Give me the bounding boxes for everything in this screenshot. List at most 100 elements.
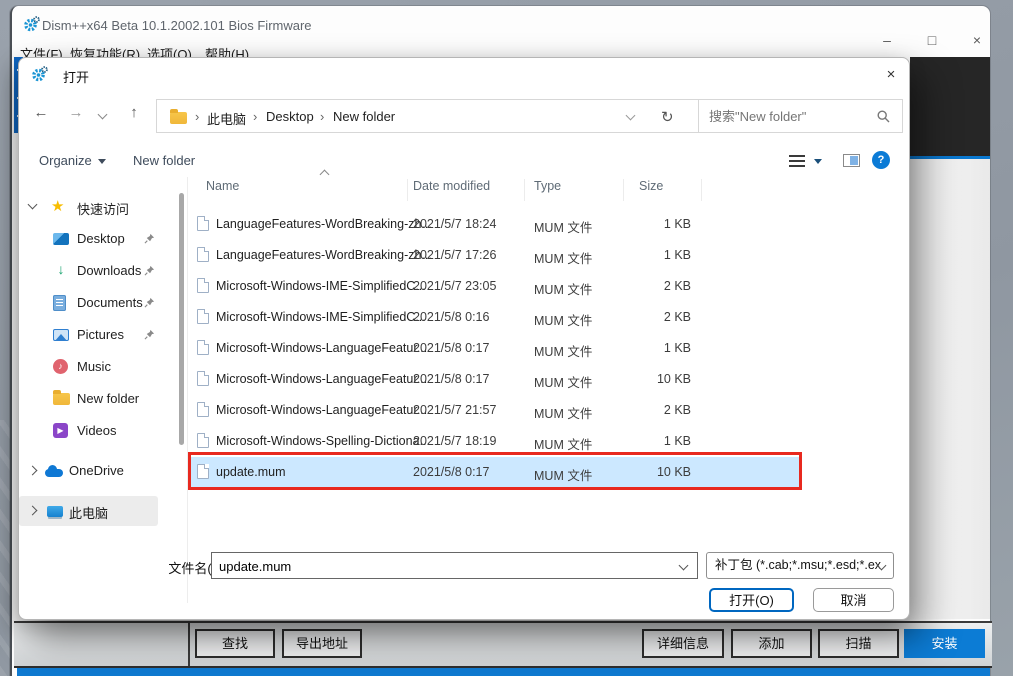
star-icon: ★ xyxy=(51,198,65,215)
file-row[interactable]: LanguageFeatures-WordBreaking-zh... 2021/… xyxy=(191,209,799,240)
sidebar-divider xyxy=(187,177,188,603)
header-divider xyxy=(701,179,702,201)
preview-pane-icon[interactable] xyxy=(843,154,860,167)
column-header-size[interactable]: Size xyxy=(639,179,663,193)
breadcrumb-separator: › xyxy=(320,109,325,124)
refresh-icon[interactable]: ↻ xyxy=(661,108,674,126)
filename-input[interactable] xyxy=(219,557,659,575)
address-dropdown-chevron-icon[interactable] xyxy=(625,110,636,121)
forward-icon[interactable]: → xyxy=(64,104,88,121)
new-folder-button[interactable]: New folder xyxy=(133,153,195,168)
file-icon xyxy=(197,371,209,386)
sidebar-item-this-pc[interactable]: 此电脑 xyxy=(19,496,179,526)
window-title: Dism++x64 Beta 10.1.2002.101 Bios Firmwa… xyxy=(42,18,312,33)
desktop-icon xyxy=(53,233,69,245)
annotation-red-box xyxy=(188,452,802,490)
sidebar-item-onedrive[interactable]: OneDrive xyxy=(19,456,179,486)
file-icon xyxy=(197,278,209,293)
organize-button[interactable]: Organize xyxy=(39,153,106,168)
minimize-button[interactable]: – xyxy=(872,30,902,50)
downloads-icon: ↓ xyxy=(57,261,65,277)
pin-icon xyxy=(144,233,155,244)
search-box[interactable] xyxy=(698,99,903,133)
file-icon xyxy=(197,340,209,355)
address-bar[interactable]: › 此电脑 › Desktop › New folder ↻ xyxy=(156,99,704,133)
breadcrumb-this-pc[interactable]: 此电脑 xyxy=(207,109,246,128)
breadcrumb-separator: › xyxy=(195,109,200,124)
export-address-button[interactable]: 导出地址 xyxy=(282,629,362,658)
sidebar-item-documents[interactable]: Documents xyxy=(19,288,179,318)
column-header-name[interactable]: Name xyxy=(206,179,239,193)
app-gear-icon xyxy=(24,16,40,32)
filename-dropdown-chevron-icon[interactable] xyxy=(678,560,689,571)
file-icon xyxy=(197,433,209,448)
install-button[interactable]: 安装 xyxy=(904,629,985,658)
view-dropdown-icon[interactable] xyxy=(814,159,822,164)
search-input[interactable] xyxy=(709,106,869,126)
nav-history-chevron-icon[interactable] xyxy=(97,109,108,120)
sidebar-item-new-folder[interactable]: New folder xyxy=(19,384,179,414)
pin-icon xyxy=(144,297,155,308)
breadcrumb-new-folder[interactable]: New folder xyxy=(333,109,395,124)
scan-button[interactable]: 扫描 xyxy=(818,629,899,658)
sidebar-scrollbar[interactable] xyxy=(179,193,184,445)
find-button[interactable]: 查找 xyxy=(195,629,275,658)
sidebar-quick-access[interactable]: ★ 快速访问 xyxy=(19,192,179,222)
sidebar-item-pictures[interactable]: Pictures xyxy=(19,320,179,350)
music-icon: ♪ xyxy=(53,359,68,374)
search-icon xyxy=(877,110,890,123)
column-header-type[interactable]: Type xyxy=(534,179,561,193)
folder-icon xyxy=(53,390,70,405)
column-header-date[interactable]: Date modified xyxy=(413,179,490,193)
add-button[interactable]: 添加 xyxy=(731,629,812,658)
pin-icon xyxy=(144,265,155,276)
open-dialog: 打开 × ← → ↑ › 此电脑 › Desktop › New folder … xyxy=(18,57,910,620)
file-row[interactable]: Microsoft-Windows-LanguageFeatur... 2021/… xyxy=(191,395,799,426)
pictures-icon xyxy=(53,329,69,341)
up-icon[interactable]: ↑ xyxy=(122,104,146,121)
chevron-down-icon[interactable] xyxy=(27,199,38,210)
maximize-button[interactable]: □ xyxy=(917,30,947,50)
details-button[interactable]: 详细信息 xyxy=(642,629,724,658)
sidebar-item-downloads[interactable]: ↓ Downloads xyxy=(19,256,179,286)
app-banner-fragment xyxy=(910,57,990,156)
dialog-title: 打开 xyxy=(63,70,90,85)
panel-divider xyxy=(188,623,190,668)
cancel-button[interactable]: 取消 xyxy=(813,588,894,612)
pin-icon xyxy=(144,329,155,340)
breadcrumb-desktop[interactable]: Desktop xyxy=(266,109,314,124)
file-row[interactable]: LanguageFeatures-WordBreaking-zh... 2021/… xyxy=(191,240,799,271)
file-icon xyxy=(197,309,209,324)
this-pc-icon xyxy=(47,506,63,517)
header-divider xyxy=(407,179,408,201)
view-list-icon[interactable] xyxy=(789,155,805,167)
filetype-select[interactable]: 补丁包 (*.cab;*.msu;*.esd;*.ex xyxy=(706,552,894,579)
file-row[interactable]: Microsoft-Windows-LanguageFeatur... 2021/… xyxy=(191,364,799,395)
sidebar-item-desktop[interactable]: Desktop xyxy=(19,224,179,254)
file-row[interactable]: Microsoft-Windows-LanguageFeatur... 2021/… xyxy=(191,333,799,364)
chevron-right-icon[interactable] xyxy=(27,465,38,476)
open-button[interactable]: 打开(O) xyxy=(709,588,794,612)
file-row[interactable]: Microsoft-Windows-IME-SimplifiedC... 2021… xyxy=(191,302,799,333)
header-divider xyxy=(524,179,525,201)
dialog-gear-icon xyxy=(32,66,48,82)
close-button[interactable]: × xyxy=(962,30,992,50)
chevron-right-icon[interactable] xyxy=(27,505,38,516)
folder-icon xyxy=(170,109,187,124)
filename-field-frame xyxy=(211,552,698,579)
sort-ascending-icon xyxy=(319,169,330,180)
app-content-fragment xyxy=(910,159,990,619)
onedrive-icon xyxy=(45,465,63,477)
back-icon[interactable]: ← xyxy=(29,104,53,121)
header-divider xyxy=(623,179,624,201)
file-icon xyxy=(197,402,209,417)
help-icon[interactable]: ? xyxy=(872,151,890,169)
sidebar-item-videos[interactable]: ▶ Videos xyxy=(19,416,179,446)
file-row[interactable]: Microsoft-Windows-IME-SimplifiedC... 2021… xyxy=(191,271,799,302)
file-icon xyxy=(197,247,209,262)
dialog-close-icon[interactable]: × xyxy=(879,64,903,86)
bottom-accent-strip xyxy=(17,668,990,676)
videos-icon: ▶ xyxy=(53,423,68,438)
breadcrumb-separator: › xyxy=(253,109,258,124)
sidebar-item-music[interactable]: ♪ Music xyxy=(19,352,179,382)
